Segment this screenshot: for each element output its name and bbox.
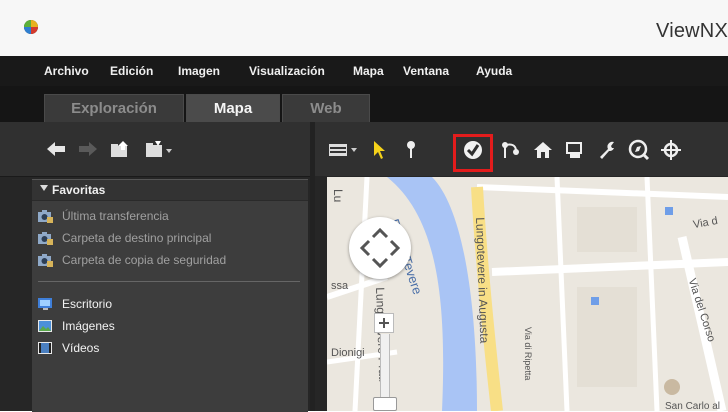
- window-title: ViewNX: [656, 20, 728, 42]
- select-tool-button[interactable]: [367, 138, 391, 162]
- camera-folder-icon: [38, 231, 53, 245]
- forward-button[interactable]: [76, 138, 100, 160]
- menu-visualizacion[interactable]: Visualización: [249, 64, 325, 78]
- favorite-label: Vídeos: [62, 341, 100, 355]
- map-label-dionigi: Dionigi: [331, 347, 365, 359]
- crosshair-icon: [661, 140, 681, 160]
- desktop-folder-icon: [38, 297, 53, 311]
- favorites-divider: [38, 281, 300, 282]
- favorite-label: Carpeta de destino principal: [62, 231, 212, 245]
- folder-actions-button[interactable]: [144, 138, 176, 160]
- camera-folder-icon: [38, 253, 53, 267]
- videos-folder-icon: [38, 341, 53, 355]
- map-pan-control[interactable]: [349, 217, 411, 279]
- home-icon: [534, 142, 552, 158]
- collapse-caret-icon: [40, 185, 48, 191]
- favorite-escritorio[interactable]: Escritorio: [38, 295, 112, 313]
- favorites-panel: Favoritas Última transferencia Carpeta d…: [32, 179, 308, 412]
- tab-web[interactable]: Web: [282, 94, 370, 123]
- main-content: Favoritas Última transferencia Carpeta d…: [0, 122, 728, 412]
- favorite-label: Imágenes: [62, 319, 115, 333]
- favorite-imagenes[interactable]: Imágenes: [38, 317, 115, 335]
- zoom-slider-handle[interactable]: [373, 397, 397, 411]
- back-button[interactable]: [44, 138, 68, 160]
- map-label-san-carlo: San Carlo al: [665, 401, 721, 411]
- settings-tool-button[interactable]: [595, 138, 619, 162]
- forward-arrow-icon: [79, 142, 97, 156]
- favorite-label: Última transferencia: [62, 209, 169, 223]
- favorites-title: Favoritas: [52, 183, 106, 197]
- navigation-toolbar: [0, 122, 310, 177]
- workspace-tabs: Exploración Mapa Web: [0, 86, 728, 123]
- zoom-in-button[interactable]: [374, 313, 394, 333]
- menu-imagen[interactable]: Imagen: [178, 64, 220, 78]
- map-label-via-ripetta: Via di Ripetta: [523, 327, 533, 381]
- compass-search-icon: [628, 139, 650, 161]
- menu-archivo[interactable]: Archivo: [44, 64, 89, 78]
- map-view-menu-icon: [329, 144, 357, 156]
- map-pin-icon: [407, 141, 415, 158]
- map-pane: Lu Fiume Tevere Lungotevere in Augusta V…: [315, 122, 728, 411]
- map-label-lu: Lu: [331, 189, 345, 203]
- view-mode-button[interactable]: [327, 138, 361, 162]
- menu-ayuda[interactable]: Ayuda: [476, 64, 512, 78]
- center-map-button[interactable]: [659, 138, 683, 162]
- window-titlebar: ViewNX: [0, 0, 728, 57]
- highlighted-button-frame: [453, 134, 493, 172]
- plus-icon: [379, 318, 389, 328]
- wrench-icon: [600, 141, 614, 159]
- pictures-folder-icon: [38, 319, 53, 333]
- tab-mapa[interactable]: Mapa: [186, 94, 280, 123]
- camera-folder-icon: [38, 209, 53, 223]
- photo-stack-icon: [566, 142, 582, 158]
- photo-list-button[interactable]: [563, 138, 587, 162]
- folder-options-icon: [146, 141, 172, 157]
- favorite-label: Escritorio: [62, 297, 113, 311]
- favorites-header[interactable]: Favoritas: [32, 180, 308, 201]
- tab-exploracion[interactable]: Exploración: [44, 94, 184, 123]
- favorite-carpeta-copia[interactable]: Carpeta de copia de seguridad: [38, 251, 226, 269]
- navigation-pane: Favoritas Última transferencia Carpeta d…: [0, 122, 310, 412]
- favorite-videos[interactable]: Vídeos: [38, 339, 99, 357]
- map-toolbar: [315, 122, 728, 176]
- menu-mapa[interactable]: Mapa: [353, 64, 384, 78]
- map-view[interactable]: Lu Fiume Tevere Lungotevere in Augusta V…: [327, 177, 728, 411]
- menu-bar: Archivo Edición Imagen Visualización Map…: [0, 56, 728, 86]
- favorite-label: Carpeta de copia de seguridad: [62, 253, 227, 267]
- back-arrow-icon: [47, 142, 65, 156]
- arrow-cursor-icon: [374, 141, 385, 159]
- route-pins-icon: [502, 142, 519, 158]
- pan-arrows-icon: [359, 227, 401, 269]
- folder-up-icon: [111, 141, 128, 157]
- pin-tool-button[interactable]: [399, 138, 423, 162]
- up-folder-button[interactable]: [108, 138, 132, 160]
- favorite-carpeta-destino[interactable]: Carpeta de destino principal: [38, 229, 211, 247]
- app-logo-icon: [24, 20, 38, 34]
- menu-ventana[interactable]: Ventana: [403, 64, 449, 78]
- home-location-button[interactable]: [531, 138, 555, 162]
- route-tool-button[interactable]: [499, 138, 523, 162]
- menu-edicion[interactable]: Edición: [110, 64, 153, 78]
- favorite-ultima-transferencia[interactable]: Última transferencia: [38, 207, 169, 225]
- map-label-ssa: ssa: [331, 280, 349, 292]
- geo-search-button[interactable]: [627, 138, 651, 162]
